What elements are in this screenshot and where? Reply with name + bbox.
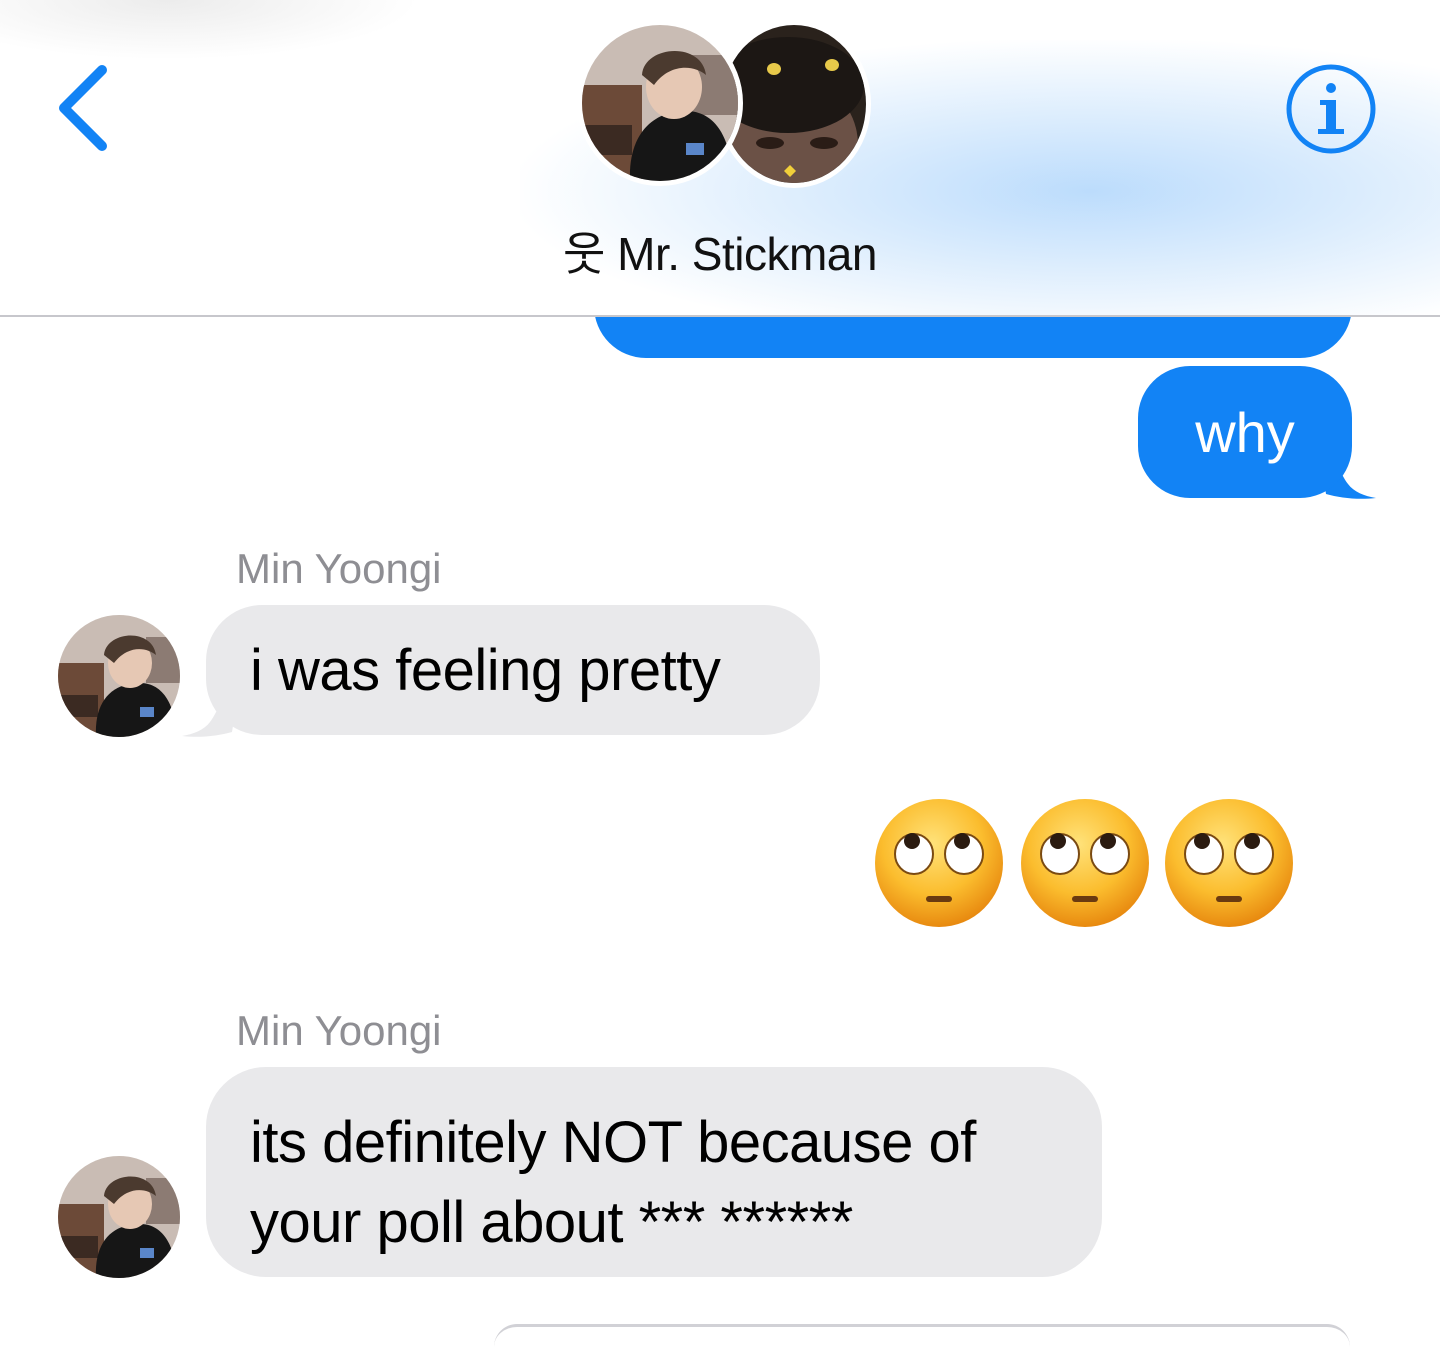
info-button[interactable] (1284, 62, 1378, 156)
bubble-tail-incoming (182, 682, 240, 737)
header-divider (0, 315, 1440, 317)
sender-name: Min Yoongi (236, 1007, 442, 1054)
next-message-edge (494, 1324, 1350, 1347)
avatar-photo-icon (58, 1156, 180, 1278)
message-text: its definitely NOT because of your poll … (250, 1110, 976, 1255)
chevron-left-icon (59, 65, 107, 151)
face-with-rolling-eyes-icon (1165, 799, 1293, 927)
conversation-header: 웃 Mr. Stickman (0, 0, 1440, 315)
avatar-photo-icon (58, 615, 180, 737)
message-bubble-incoming[interactable]: i was feeling pretty (206, 605, 820, 735)
message-bubble-outgoing[interactable]: why (1138, 366, 1352, 498)
group-avatar-primary[interactable] (577, 20, 743, 186)
header-shadow (0, 0, 420, 60)
sender-avatar[interactable] (58, 615, 180, 737)
message-bubble-incoming[interactable]: its definitely NOT because of your poll … (206, 1067, 1102, 1277)
info-circle-icon (1286, 64, 1376, 154)
face-with-rolling-eyes-icon (1021, 799, 1149, 927)
sender-avatar[interactable] (58, 1156, 180, 1278)
back-button[interactable] (50, 58, 120, 158)
sender-name: Min Yoongi (236, 545, 442, 592)
emoji-message[interactable] (872, 796, 1302, 930)
avatar-photo-icon (722, 25, 866, 183)
face-with-rolling-eyes-icon (875, 799, 1003, 927)
contact-name[interactable]: 웃 Mr. Stickman (0, 218, 1440, 284)
message-text: i was feeling pretty (250, 637, 721, 703)
message-text: why (1195, 400, 1295, 464)
avatar-photo-icon (582, 25, 738, 181)
